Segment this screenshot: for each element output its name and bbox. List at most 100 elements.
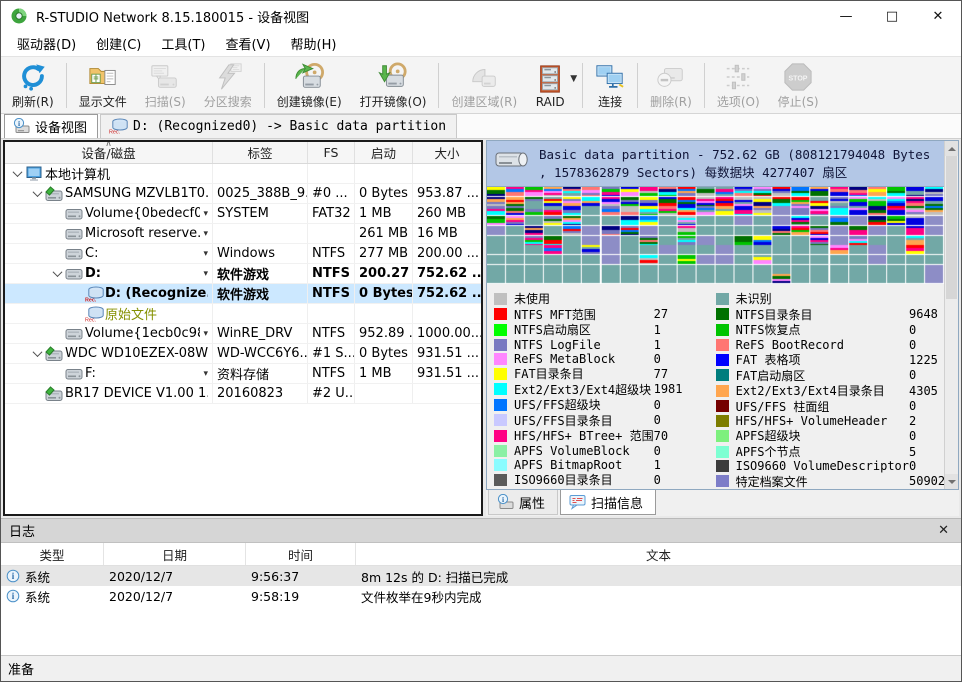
scrollbar-up-icon[interactable] (945, 141, 958, 156)
tree-row[interactable]: Volume{1ecb0c98-..▾WinRE_DRVNTFS952.89 .… (5, 324, 481, 344)
legend-label: APFS BitmapRoot (514, 458, 622, 472)
scan-panel-scrollbar[interactable] (944, 141, 958, 489)
row-dropdown-icon[interactable]: ▾ (200, 269, 208, 279)
tab-device-view[interactable]: i设备视图 (4, 114, 98, 138)
tree-cell-start: 277 MB (355, 244, 413, 263)
log-column-header-3[interactable]: 文本 (356, 543, 961, 565)
log-info-icon: i (6, 589, 20, 603)
legend-color-chip (716, 475, 729, 487)
scan-info-side: Basic data partition - 752.62 GB (808121… (486, 140, 959, 516)
tree-row[interactable]: Rec.原始文件 (5, 304, 481, 324)
tree-row[interactable]: Volume{0bedecf0-..▾SYSTEMFAT321 MB260 MB (5, 204, 481, 224)
menu-item-h[interactable]: 帮助(H) (281, 31, 347, 56)
tree-cell-label: WinRE_DRV (213, 324, 308, 343)
row-dropdown-icon[interactable]: ▾ (200, 369, 208, 379)
tree-row[interactable]: WDC WD10EZEX-08W...WD-WCC6Y6...#1 S...0 … (5, 344, 481, 364)
tree-row[interactable]: C:▾WindowsNTFS277 MB200.00 ... (5, 244, 481, 264)
toolbar-button-create-image[interactable]: 创建镜像(E) (268, 59, 351, 112)
legend-color-chip (716, 446, 729, 458)
tree-cell-start (355, 164, 413, 183)
legend-item: HFS/HFS+ BTree+ 范围70 (494, 428, 716, 444)
tree-cell-fs: NTFS (308, 284, 355, 303)
maximize-button[interactable]: □ (869, 1, 915, 31)
tree-row[interactable]: 本地计算机 (5, 164, 481, 184)
menu-item-t[interactable]: 工具(T) (151, 31, 215, 56)
legend-left-column: 未使用NTFS MFT范围27NTFS启动扇区1NTFS LogFile1ReF… (494, 291, 716, 487)
toolbar-button-open-image[interactable]: 打开镜像(O) (351, 59, 436, 112)
tab-properties[interactable]: i属性 (488, 490, 558, 515)
tab-scanned-partition[interactable]: Rec.D: (Recognized0) -> Basic data parti… (100, 114, 457, 138)
menu-item-d[interactable]: 驱动器(D) (7, 31, 86, 56)
tree-column-header-1[interactable]: 标签 (213, 142, 308, 163)
log-column-label: 日期 (162, 545, 187, 564)
legend-count: 0 (654, 413, 716, 427)
tree-cell-fs: NTFS (308, 364, 355, 383)
legend-label: NTFS恢复点 (736, 321, 801, 338)
tab-scan-information[interactable]: 扫描信息 (560, 490, 656, 515)
toolbar-dropdown-icon[interactable]: ▼ (570, 74, 577, 84)
menu-bar: 驱动器(D)创建(C)工具(T)查看(V)帮助(H) (1, 31, 961, 57)
menu-item-v[interactable]: 查看(V) (215, 31, 280, 56)
expander-icon[interactable] (29, 350, 45, 357)
toolbar-button-raid[interactable]: RAID (526, 59, 574, 112)
device-name: Microsoft reserve.. (85, 226, 200, 241)
tree-cell-size: 16 MB (413, 224, 481, 243)
scrollbar-thumb[interactable] (946, 156, 957, 299)
expander-icon[interactable] (49, 270, 65, 277)
legend-item: APFS个节点5 (716, 444, 944, 460)
app-window: R-STUDIO Network 8.15.180015 - 设备视图 — □ … (0, 0, 962, 682)
row-dropdown-icon[interactable]: ▾ (200, 229, 208, 239)
toolbar-button-label: 创建镜像(E) (277, 93, 342, 110)
toolbar-button-connect[interactable]: 连接 (586, 59, 634, 112)
scan-blocks-canvas[interactable] (487, 187, 944, 284)
scan-info-panel: Basic data partition - 752.62 GB (808121… (486, 140, 959, 490)
tree-cell-label (213, 164, 308, 183)
tree-column-header-0[interactable]: ∧设备/磁盘 (5, 142, 213, 163)
row-dropdown-icon[interactable]: ▾ (200, 209, 208, 219)
tree-cell-label (213, 304, 308, 323)
legend-color-chip (716, 293, 729, 305)
tree-column-header-4[interactable]: 大小 (413, 142, 481, 163)
legend-label: APFS VolumeBlock (514, 444, 630, 458)
toolbar-button-refresh[interactable]: 刷新(R) (3, 59, 63, 112)
tree-row[interactable]: SAMSUNG MZVLB1T0...0025_388B_9...#0 ...0… (5, 184, 481, 204)
close-button[interactable]: ✕ (915, 1, 961, 31)
expander-icon[interactable] (9, 170, 25, 177)
tree-row[interactable]: BR17 DEVICE V1.00 1....20160823#2 U... (5, 384, 481, 404)
log-column-header-0[interactable]: 类型 (1, 543, 104, 565)
toolbar-button-show-files[interactable]: 显示文件 (70, 59, 136, 112)
tree-cell-size: 260 MB (413, 204, 481, 223)
log-close-icon[interactable]: ✕ (934, 523, 953, 538)
minimize-button[interactable]: — (823, 1, 869, 31)
log-column-header-1[interactable]: 日期 (104, 543, 246, 565)
toolbar-separator (438, 63, 439, 108)
legend-count: 0 (909, 323, 944, 337)
scrollbar-down-icon[interactable] (945, 474, 958, 489)
legend-item: FAT目录条目77 (494, 366, 716, 382)
scan-blocks (487, 187, 944, 284)
tree-column-header-3[interactable]: 启动 (355, 142, 413, 163)
tree-cell-name: SAMSUNG MZVLB1T0... (5, 184, 213, 203)
tree-row[interactable]: D:▾软件游戏NTFS200.27 ...752.62 ... (5, 264, 481, 284)
legend-count: 70 (654, 429, 716, 443)
tree-row[interactable]: Rec.D: (Recognize...软件游戏NTFS0 Bytes752.6… (5, 284, 481, 304)
legend-item: HFS/HFS+ VolumeHeader2 (716, 414, 944, 428)
tree-column-label: 启动 (371, 143, 396, 162)
row-dropdown-icon[interactable]: ▾ (200, 249, 208, 259)
device-name: D: (85, 266, 101, 281)
log-column-header-2[interactable]: 时间 (246, 543, 356, 565)
legend-count: 5 (909, 445, 944, 459)
menu-item-c[interactable]: 创建(C) (86, 31, 151, 56)
legend-count: 1 (654, 323, 716, 337)
tree-cell-name: Volume{1ecb0c98-..▾ (5, 324, 213, 343)
log-row[interactable]: i系统2020/12/79:56:378m 12s 的 D: 扫描已完成 (1, 566, 961, 586)
toolbar-button-label: 分区搜索 (204, 93, 252, 110)
scrollbar-track[interactable] (945, 156, 958, 474)
legend-label: NTFS目录条目 (736, 306, 813, 323)
tree-row[interactable]: Microsoft reserve..▾261 MB16 MB (5, 224, 481, 244)
tree-column-header-2[interactable]: FS (308, 142, 355, 163)
log-row[interactable]: i系统2020/12/79:58:19文件枚举在9秒内完成 (1, 586, 961, 606)
row-dropdown-icon[interactable]: ▾ (200, 329, 208, 339)
expander-icon[interactable] (29, 190, 45, 197)
tree-row[interactable]: F:▾资料存储NTFS1 MB931.51 ... (5, 364, 481, 384)
